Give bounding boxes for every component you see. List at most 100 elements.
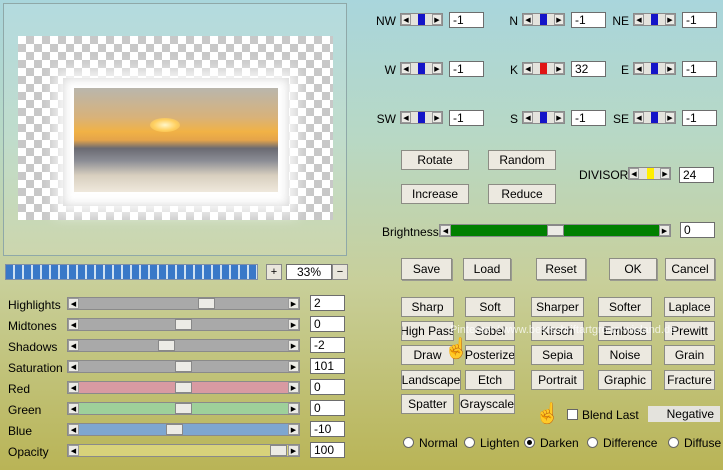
preset-landscape-button[interactable]: Landscape — [401, 370, 461, 390]
mode-lighten-radio[interactable] — [464, 437, 475, 448]
highlights-right-arrow-icon[interactable]: ▶ — [288, 298, 299, 309]
saturation-field[interactable]: 101 — [310, 358, 345, 374]
matrix-k-slider[interactable]: ◀ ▶ — [522, 62, 565, 75]
green-slider[interactable]: ◀ ▶ — [67, 402, 300, 415]
preset-grain-button[interactable]: Grain — [664, 345, 715, 365]
matrix-ne-field[interactable]: -1 — [682, 12, 717, 28]
divisor-field[interactable]: 24 — [679, 167, 714, 183]
preset-soft-button[interactable]: Soft — [465, 297, 515, 317]
matrix-s-field[interactable]: -1 — [571, 110, 606, 126]
green-field[interactable]: 0 — [310, 400, 345, 416]
shadows-slider-thumb[interactable] — [157, 340, 175, 351]
preset-sharper-button[interactable]: Sharper — [531, 297, 584, 317]
blue-slider[interactable]: ◀ ▶ — [67, 423, 300, 436]
zoom-in-button[interactable]: + — [266, 264, 282, 280]
preset-softer-button[interactable]: Softer — [598, 297, 652, 317]
mode-darken-radio[interactable] — [524, 437, 535, 448]
matrix-sw-field[interactable]: -1 — [449, 110, 484, 126]
preset-posterize-button[interactable]: Posterize — [465, 345, 515, 365]
matrix-ne-left-arrow-icon[interactable]: ◀ — [634, 14, 644, 25]
matrix-e-right-arrow-icon[interactable]: ▶ — [665, 63, 675, 74]
preset-sepia-button[interactable]: Sepia — [531, 345, 584, 365]
matrix-ne-slider[interactable]: ◀ ▶ — [633, 13, 676, 26]
matrix-e-slider-thumb[interactable] — [651, 63, 658, 74]
green-slider-thumb[interactable] — [175, 403, 192, 414]
midtones-slider[interactable]: ◀ ▶ — [67, 318, 300, 331]
brightness-slider-thumb[interactable] — [546, 225, 564, 236]
matrix-n-slider-thumb[interactable] — [540, 14, 547, 25]
divisor-right-arrow-icon[interactable]: ▶ — [660, 168, 670, 179]
red-slider-thumb[interactable] — [175, 382, 192, 393]
ok-button[interactable]: OK — [609, 258, 657, 280]
opacity-field[interactable]: 100 — [310, 442, 345, 458]
matrix-n-slider[interactable]: ◀ ▶ — [522, 13, 565, 26]
matrix-se-slider-thumb[interactable] — [651, 112, 658, 123]
preset-graphic-button[interactable]: Graphic — [598, 370, 652, 390]
matrix-sw-slider-thumb[interactable] — [418, 112, 425, 123]
load-button[interactable]: Load — [463, 258, 511, 280]
preset-fracture-button[interactable]: Fracture — [664, 370, 715, 390]
shadows-right-arrow-icon[interactable]: ▶ — [288, 340, 299, 351]
mode-difference-radio[interactable] — [587, 437, 598, 448]
highlights-field[interactable]: 2 — [310, 295, 345, 311]
matrix-k-right-arrow-icon[interactable]: ▶ — [554, 63, 564, 74]
matrix-s-right-arrow-icon[interactable]: ▶ — [554, 112, 564, 123]
matrix-nw-left-arrow-icon[interactable]: ◀ — [401, 14, 411, 25]
brightness-field[interactable]: 0 — [680, 222, 715, 238]
matrix-sw-right-arrow-icon[interactable]: ▶ — [432, 112, 442, 123]
blue-right-arrow-icon[interactable]: ▶ — [288, 424, 299, 435]
brightness-slider[interactable]: ◀ ▶ — [439, 224, 671, 237]
blue-field[interactable]: -10 — [310, 421, 345, 437]
brightness-left-arrow-icon[interactable]: ◀ — [440, 225, 451, 236]
reset-button[interactable]: Reset — [536, 258, 586, 280]
matrix-nw-right-arrow-icon[interactable]: ▶ — [432, 14, 442, 25]
saturation-left-arrow-icon[interactable]: ◀ — [68, 361, 79, 372]
blue-left-arrow-icon[interactable]: ◀ — [68, 424, 79, 435]
red-field[interactable]: 0 — [310, 379, 345, 395]
matrix-s-left-arrow-icon[interactable]: ◀ — [523, 112, 533, 123]
opacity-right-arrow-icon[interactable]: ▶ — [288, 445, 299, 456]
matrix-s-slider-thumb[interactable] — [540, 112, 547, 123]
matrix-k-left-arrow-icon[interactable]: ◀ — [523, 63, 533, 74]
matrix-k-field[interactable]: 32 — [571, 61, 606, 77]
preset-grayscale-button[interactable]: Grayscale — [459, 394, 515, 414]
matrix-n-left-arrow-icon[interactable]: ◀ — [523, 14, 533, 25]
matrix-k-slider-thumb[interactable] — [540, 63, 547, 74]
matrix-w-slider-thumb[interactable] — [418, 63, 425, 74]
opacity-slider-thumb[interactable] — [270, 445, 287, 456]
zoom-out-button[interactable]: − — [332, 264, 348, 280]
matrix-e-field[interactable]: -1 — [682, 61, 717, 77]
preset-etch-button[interactable]: Etch — [465, 370, 515, 390]
preset-spatter-button[interactable]: Spatter — [401, 394, 454, 414]
matrix-w-field[interactable]: -1 — [449, 61, 484, 77]
green-right-arrow-icon[interactable]: ▶ — [288, 403, 299, 414]
matrix-n-field[interactable]: -1 — [571, 12, 606, 28]
matrix-sw-left-arrow-icon[interactable]: ◀ — [401, 112, 411, 123]
opacity-left-arrow-icon[interactable]: ◀ — [68, 445, 79, 456]
opacity-slider[interactable]: ◀ ▶ — [67, 444, 300, 457]
saturation-slider-thumb[interactable] — [175, 361, 192, 372]
matrix-e-slider[interactable]: ◀ ▶ — [633, 62, 676, 75]
zoom-level-field[interactable]: 33% — [286, 264, 332, 280]
matrix-se-right-arrow-icon[interactable]: ▶ — [665, 112, 675, 123]
random-button[interactable]: Random — [488, 150, 556, 170]
matrix-w-right-arrow-icon[interactable]: ▶ — [432, 63, 442, 74]
matrix-ne-slider-thumb[interactable] — [651, 14, 658, 25]
green-left-arrow-icon[interactable]: ◀ — [68, 403, 79, 414]
matrix-w-slider[interactable]: ◀ ▶ — [400, 62, 443, 75]
matrix-w-left-arrow-icon[interactable]: ◀ — [401, 63, 411, 74]
shadows-left-arrow-icon[interactable]: ◀ — [68, 340, 79, 351]
mode-normal-radio[interactable] — [403, 437, 414, 448]
blend-last-checkbox[interactable] — [567, 409, 578, 420]
cancel-button[interactable]: Cancel — [665, 258, 715, 280]
matrix-nw-slider[interactable]: ◀ ▶ — [400, 13, 443, 26]
midtones-slider-thumb[interactable] — [175, 319, 192, 330]
saturation-right-arrow-icon[interactable]: ▶ — [288, 361, 299, 372]
matrix-ne-right-arrow-icon[interactable]: ▶ — [665, 14, 675, 25]
matrix-e-left-arrow-icon[interactable]: ◀ — [634, 63, 644, 74]
midtones-right-arrow-icon[interactable]: ▶ — [288, 319, 299, 330]
red-slider[interactable]: ◀ ▶ — [67, 381, 300, 394]
preset-laplace-button[interactable]: Laplace — [664, 297, 715, 317]
divisor-left-arrow-icon[interactable]: ◀ — [629, 168, 639, 179]
midtones-field[interactable]: 0 — [310, 316, 345, 332]
